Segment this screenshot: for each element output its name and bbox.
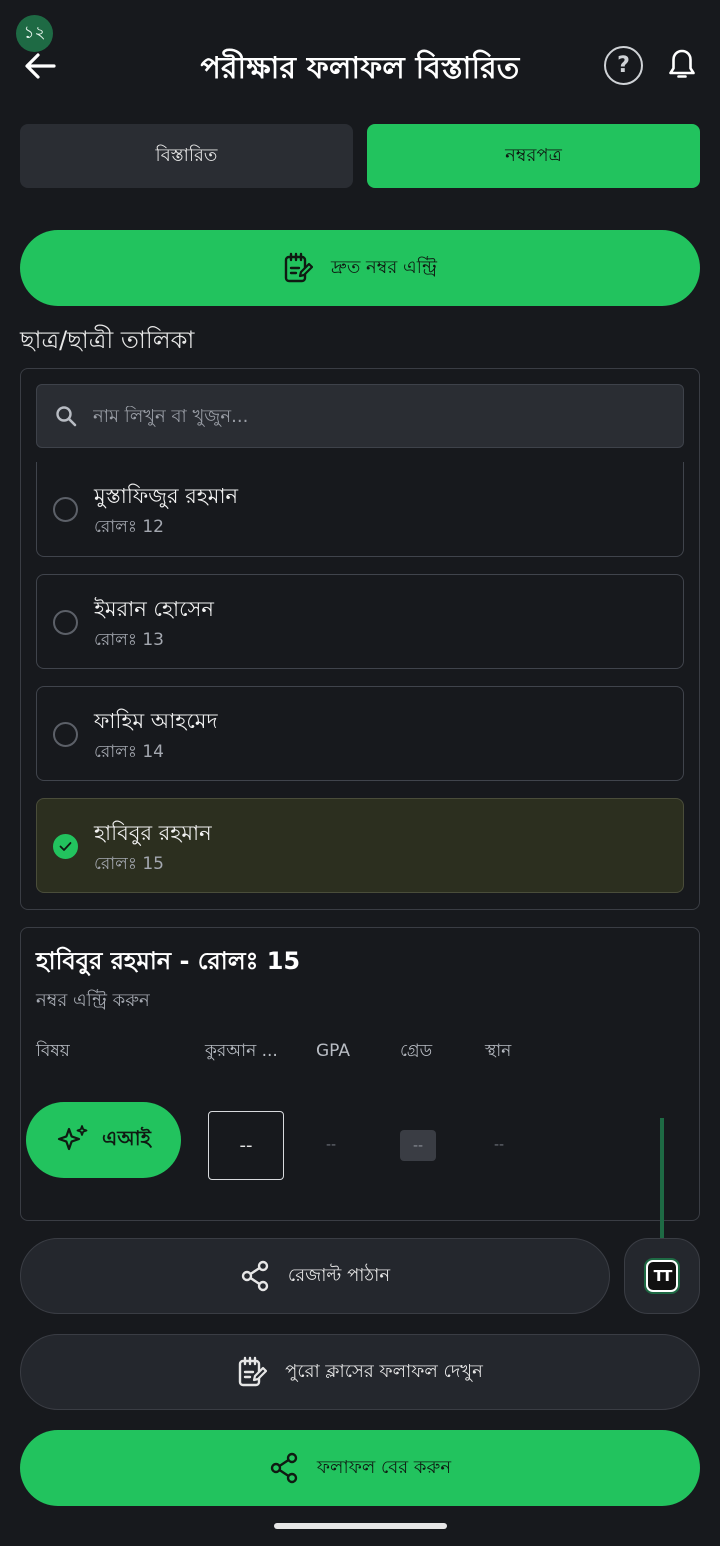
column-header-position: স্থান: [485, 1041, 512, 1061]
pointer-arrow-line: [660, 1118, 664, 1248]
text-size-button[interactable]: TT: [624, 1238, 700, 1314]
student-roll: রোলঃ 14: [94, 742, 164, 762]
view-class-results-label: পুরো ক্লাসের ফলাফল দেখুন: [285, 1360, 483, 1382]
bell-icon: [669, 49, 695, 78]
ai-button[interactable]: এআই: [26, 1102, 181, 1178]
student-item-14[interactable]: ফাহিম আহমেদ রোলঃ 14: [36, 686, 684, 781]
student-roll: রোলঃ 13: [94, 630, 164, 650]
student-name: ইমরান হোসেন: [94, 597, 214, 621]
position-value: --: [494, 1137, 505, 1153]
student-name: হাবিবুর রহমান: [94, 821, 212, 845]
ai-label: এআই: [102, 1125, 151, 1150]
tab-marksheet-label: নম্বরপত্র: [505, 144, 562, 166]
student-name: মুস্তাফিজুর রহমান: [94, 484, 239, 508]
column-header-gpa: GPA: [316, 1041, 350, 1061]
quick-entry-button[interactable]: দ্রুত নম্বর এন্ট্রি: [20, 230, 700, 306]
student-item-15[interactable]: হাবিবুর রহমান রোলঃ 15: [36, 798, 684, 893]
page-title: পরীক্ষার ফলাফল বিস্তারিত: [200, 51, 520, 86]
back-button[interactable]: [22, 48, 58, 84]
question-icon: ?: [617, 53, 630, 78]
student-roll: রোলঃ 15: [94, 854, 164, 874]
column-header-grade: গ্রেড: [400, 1041, 433, 1061]
student-search[interactable]: [36, 384, 684, 448]
radio-unchecked-icon[interactable]: [53, 610, 78, 635]
export-results-label: ফলাফল বের করুন: [316, 1456, 452, 1478]
arrow-left-icon: [25, 53, 56, 79]
student-item-13[interactable]: ইমরান হোসেন রোলঃ 13: [36, 574, 684, 669]
search-icon: [56, 406, 77, 427]
status-badge: ১২: [16, 15, 53, 52]
grade-value: --: [400, 1130, 436, 1161]
text-size-icon: TT: [646, 1260, 678, 1292]
share-icon: [241, 1260, 269, 1292]
entry-subtitle: নম্বর এন্ট্রি করুন: [36, 990, 150, 1011]
column-header-subject: বিষয়: [36, 1041, 70, 1061]
radio-checked-icon[interactable]: [53, 834, 78, 859]
view-class-results-button[interactable]: পুরো ক্লাসের ফলাফল দেখুন: [20, 1334, 700, 1410]
send-result-button[interactable]: রেজাল্ট পাঠান: [20, 1238, 610, 1314]
quick-entry-label: দ্রুত নম্বর এন্ট্রি: [331, 256, 437, 278]
send-result-label: রেজাল্ট পাঠান: [287, 1264, 391, 1286]
tab-marksheet[interactable]: নম্বরপত্র: [367, 124, 700, 188]
entry-title: হাবিবুর রহমান - রোলঃ 15: [36, 947, 301, 975]
notepad-edit-icon: [284, 252, 313, 283]
student-list-heading: ছাত্র/ছাত্রী তালিকা: [20, 326, 195, 354]
tab-details[interactable]: বিস্তারিত: [20, 124, 353, 188]
share-icon: [270, 1452, 298, 1484]
student-name: ফাহিম আহমেদ: [94, 709, 218, 733]
home-indicator[interactable]: [274, 1523, 447, 1529]
student-item-12[interactable]: মুস্তাফিজুর রহমান রোলঃ 12: [36, 462, 684, 557]
sparkle-icon: [57, 1125, 88, 1151]
export-results-button[interactable]: ফলাফল বের করুন: [20, 1430, 700, 1506]
notepad-edit-icon: [238, 1356, 268, 1387]
radio-unchecked-icon[interactable]: [53, 722, 78, 747]
gpa-value: --: [326, 1137, 337, 1153]
column-header-quran: কুরআন ...: [205, 1041, 278, 1061]
check-icon: [59, 842, 72, 851]
mark-input[interactable]: --: [208, 1111, 284, 1180]
student-roll: রোলঃ 12: [94, 517, 164, 537]
radio-unchecked-icon[interactable]: [53, 497, 78, 522]
search-input[interactable]: [93, 405, 653, 427]
help-button[interactable]: ?: [604, 46, 643, 85]
tab-details-label: বিস্তারিত: [155, 144, 218, 166]
notification-button[interactable]: [664, 46, 700, 84]
